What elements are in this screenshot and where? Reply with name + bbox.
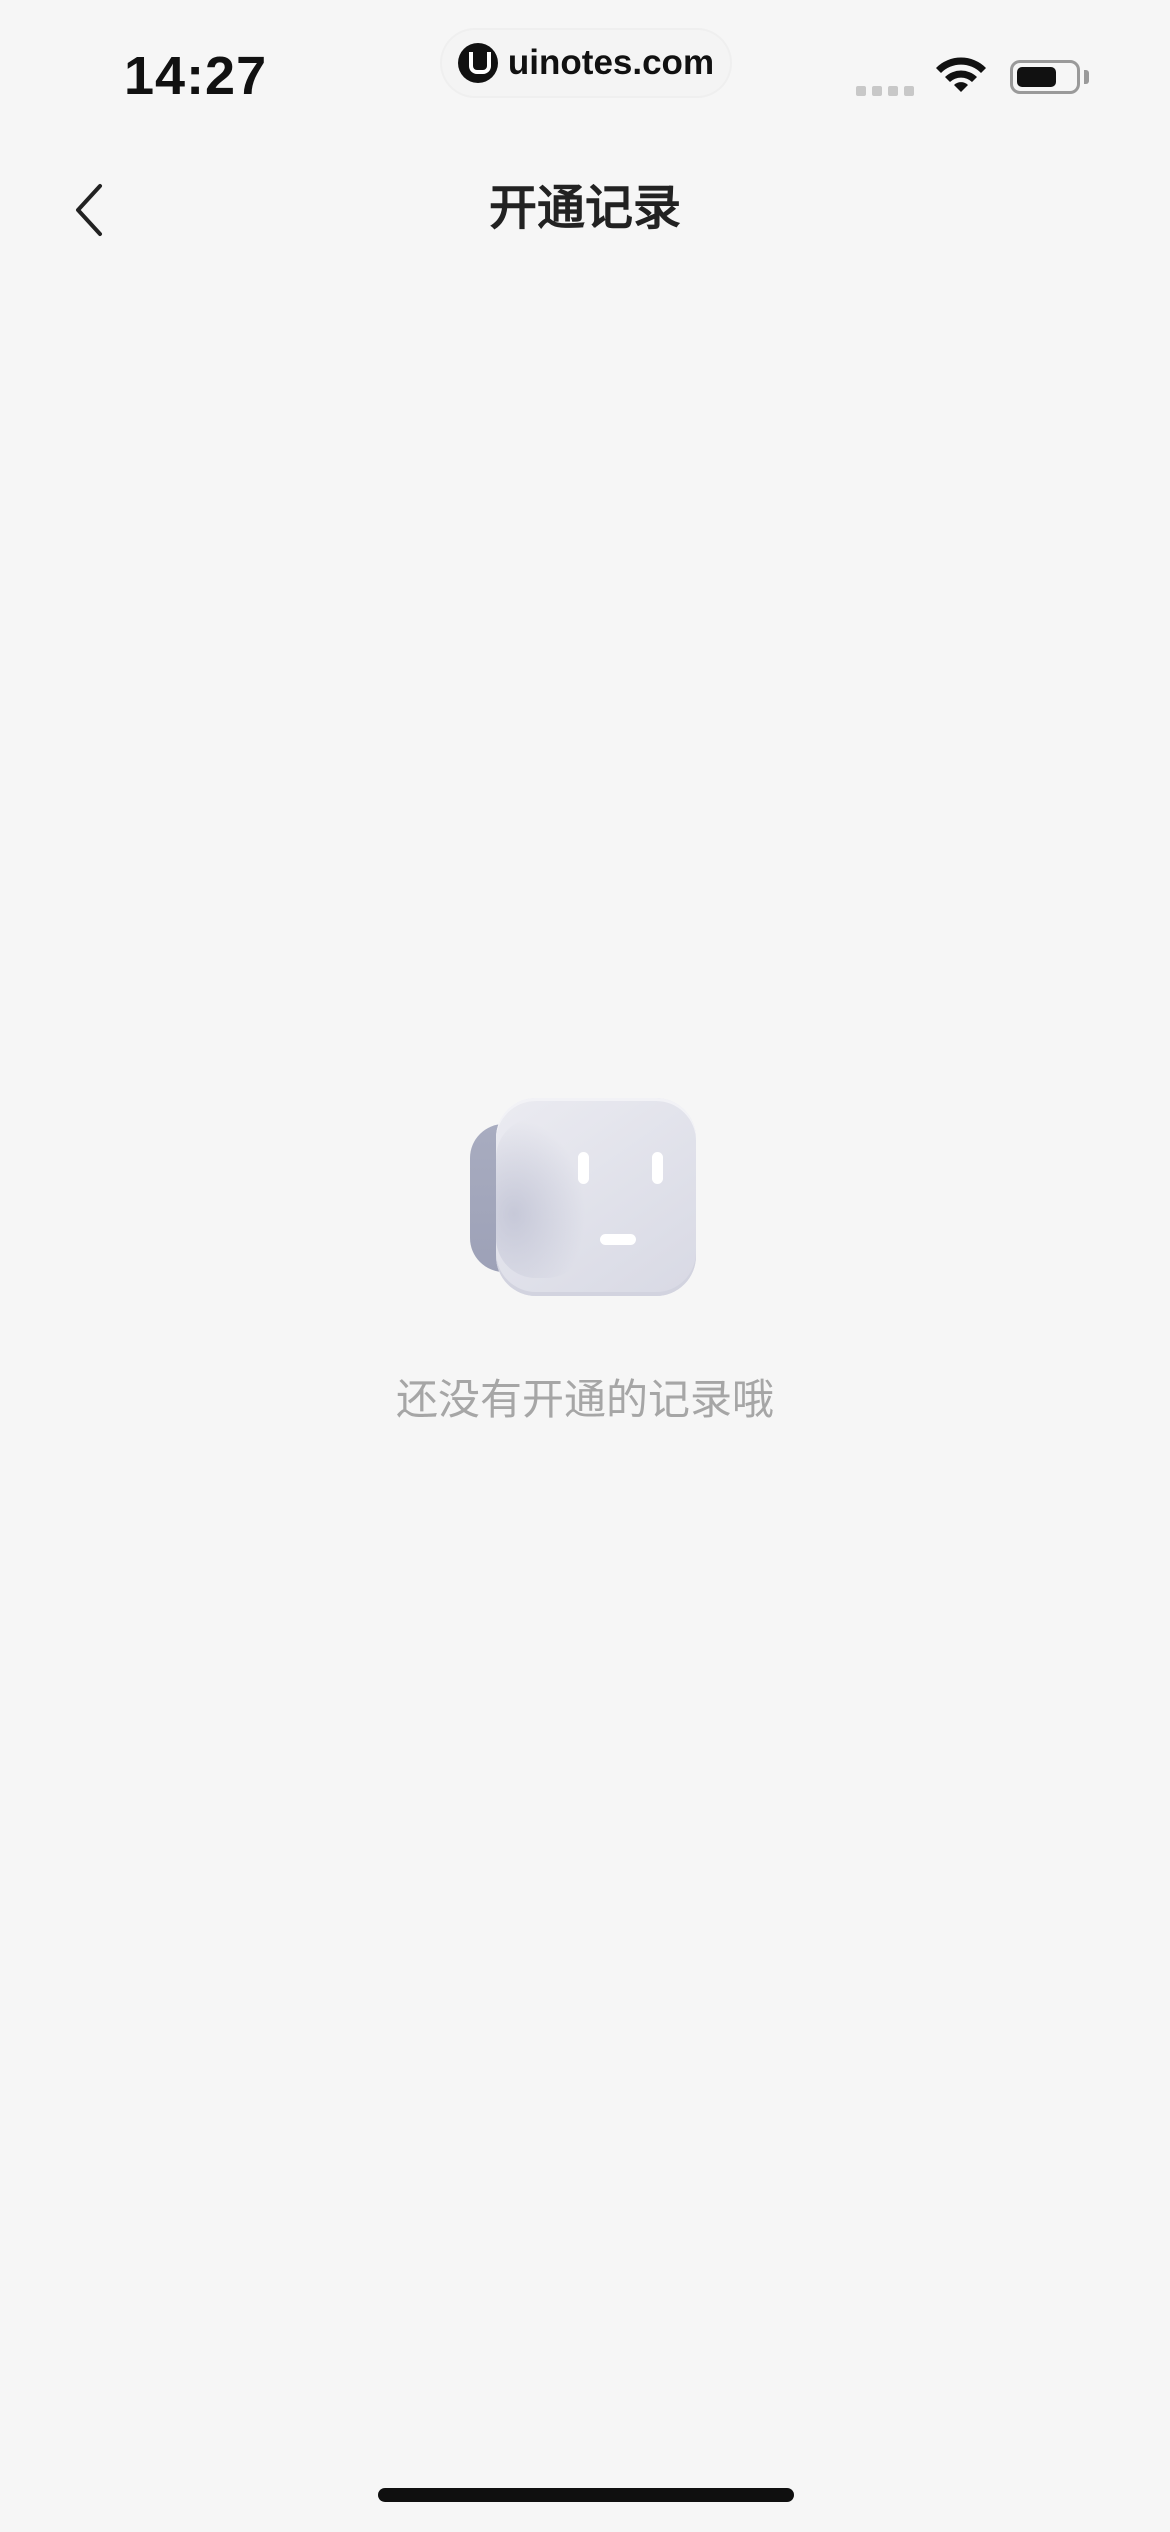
battery-tip [1084,70,1089,84]
cube-eye-left [578,1152,589,1184]
signal-icon [856,86,914,96]
cube-eye-right [652,1152,663,1184]
status-time: 14:27 [124,46,268,106]
cube-face [496,1098,696,1296]
wifi-icon [936,57,986,92]
battery-level [1017,67,1056,87]
page-title: 开通记录 [488,180,681,236]
uinotes-logo-icon [457,43,498,83]
url-badge: uinotes.com [440,28,732,98]
empty-state-message: 还没有开通的记录哦 [395,1375,774,1424]
home-indicator[interactable] [378,2488,794,2502]
nav-bar: 开通记录 [0,150,1170,270]
battery-icon [1010,60,1080,94]
empty-face-cube-icon [470,1098,700,1298]
url-text: uinotes.com [507,43,715,82]
cube-mouth [600,1234,636,1245]
status-bar: 14:27 uinotes.com [0,0,1170,140]
